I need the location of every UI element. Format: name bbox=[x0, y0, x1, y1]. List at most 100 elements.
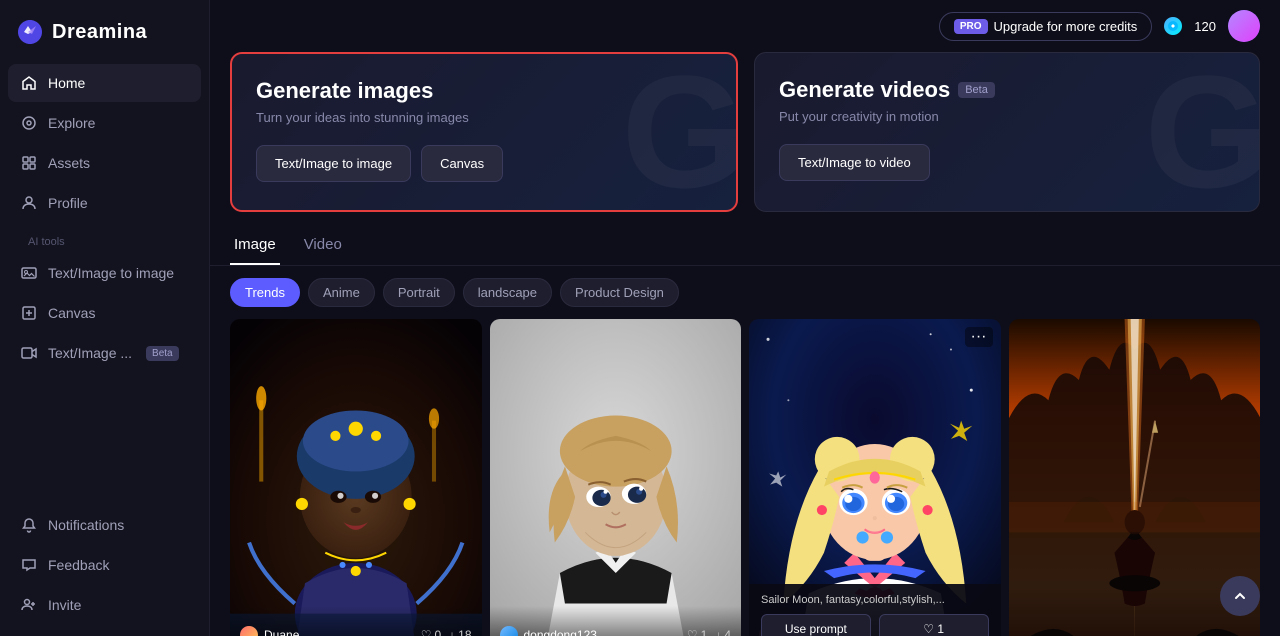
text-video-hero-button[interactable]: Text/Image to video bbox=[779, 144, 930, 181]
downloads-count-1: 18 bbox=[458, 628, 471, 636]
credits-icon bbox=[1164, 17, 1182, 35]
chevron-up-icon bbox=[1232, 588, 1248, 604]
chip-product-design[interactable]: Product Design bbox=[560, 278, 679, 307]
avatar-image bbox=[1228, 10, 1260, 42]
chip-portrait[interactable]: Portrait bbox=[383, 278, 455, 307]
pro-badge: PRO bbox=[954, 19, 988, 34]
chip-landscape[interactable]: landscape bbox=[463, 278, 552, 307]
likes-count-2: 1 bbox=[701, 628, 708, 636]
images-hero-buttons: Text/Image to image Canvas bbox=[256, 145, 712, 182]
text-image-hero-button[interactable]: Text/Image to image bbox=[256, 145, 411, 182]
sidebar-item-canvas[interactable]: Canvas bbox=[8, 294, 201, 332]
sidebar-item-assets-label: Assets bbox=[48, 155, 90, 171]
chip-trends[interactable]: Trends bbox=[230, 278, 300, 307]
sidebar-item-home-label: Home bbox=[48, 75, 85, 91]
upgrade-label: Upgrade for more credits bbox=[994, 19, 1138, 34]
tab-video[interactable]: Video bbox=[300, 228, 346, 265]
card-username-2: dongdong123 bbox=[524, 628, 597, 636]
downloads-2: ↓ 4 bbox=[715, 628, 731, 636]
main-nav: Home Explore Assets bbox=[0, 64, 209, 506]
sidebar-item-profile-label: Profile bbox=[48, 195, 88, 211]
logo[interactable]: Dreamina bbox=[0, 0, 209, 64]
sidebar-item-text-image[interactable]: Text/Image to image bbox=[8, 254, 201, 292]
more-options-3[interactable]: ··· bbox=[965, 327, 993, 347]
like-button-3[interactable]: ♡ 1 bbox=[879, 614, 989, 636]
explore-icon bbox=[20, 114, 38, 132]
home-icon bbox=[20, 74, 38, 92]
downloads-1: ↓ 18 bbox=[449, 628, 471, 636]
sidebar-item-text-video[interactable]: Text/Image ... Beta bbox=[8, 334, 201, 372]
card-username-1: Duane bbox=[264, 628, 299, 636]
bg-letter-g: G bbox=[622, 52, 738, 212]
videos-beta-tag: Beta bbox=[958, 82, 995, 98]
dreamina-logo-icon bbox=[16, 18, 44, 46]
sidebar-item-invite-label: Invite bbox=[48, 597, 81, 613]
chip-anime[interactable]: Anime bbox=[308, 278, 375, 307]
gallery-item-3[interactable]: ··· Duane Sailor Moon, fantasy,colorful,… bbox=[749, 319, 1001, 636]
app-name: Dreamina bbox=[52, 21, 147, 44]
gallery-image-2 bbox=[490, 319, 742, 636]
user-avatar[interactable] bbox=[1228, 10, 1260, 42]
sidebar-item-notifications[interactable]: Notifications bbox=[8, 506, 201, 544]
credits-count: 120 bbox=[1194, 19, 1216, 34]
use-prompt-button[interactable]: Use prompt bbox=[761, 614, 871, 636]
card-popup-3: Sailor Moon, fantasy,colorful,stylish,..… bbox=[749, 584, 1001, 636]
sidebar-item-home[interactable]: Home bbox=[8, 64, 201, 102]
image-grid: Duane ♡ 0 ↓ 18 bbox=[210, 319, 1280, 636]
invite-icon bbox=[20, 596, 38, 614]
popup-buttons-3: Use prompt ♡ 1 bbox=[761, 614, 989, 636]
generate-videos-card: G Generate videos Beta Put your creativi… bbox=[754, 52, 1260, 212]
card-user-2: dongdong123 bbox=[500, 626, 597, 636]
canvas-hero-button[interactable]: Canvas bbox=[421, 145, 503, 182]
gallery-item-1[interactable]: Duane ♡ 0 ↓ 18 bbox=[230, 319, 482, 636]
hero-section: G Generate images Turn your ideas into s… bbox=[210, 52, 1280, 228]
sidebar-item-invite[interactable]: Invite bbox=[8, 586, 201, 624]
heart-icon-1: ♡ bbox=[421, 628, 432, 636]
sidebar-item-feedback-label: Feedback bbox=[48, 557, 109, 573]
card-overlay-1: Duane ♡ 0 ↓ 18 bbox=[230, 606, 482, 636]
downloads-count-2: 4 bbox=[724, 628, 731, 636]
sidebar-item-text-video-label: Text/Image ... bbox=[48, 345, 132, 361]
sidebar-item-canvas-label: Canvas bbox=[48, 305, 95, 321]
gallery-image-1 bbox=[230, 319, 482, 636]
images-card-subtitle: Turn your ideas into stunning images bbox=[256, 110, 712, 125]
sidebar-item-assets[interactable]: Assets bbox=[8, 144, 201, 182]
likes-1: ♡ 0 bbox=[421, 628, 441, 636]
heart-icon-2: ♡ bbox=[687, 628, 698, 636]
sidebar: Dreamina Home Explore bbox=[0, 0, 210, 636]
top-header: PRO Upgrade for more credits 120 bbox=[210, 0, 1280, 52]
feedback-icon bbox=[20, 556, 38, 574]
bg-letter-g2: G bbox=[1145, 52, 1260, 212]
filter-chips: Trends Anime Portrait landscape Product … bbox=[210, 278, 1280, 319]
sidebar-item-text-image-label: Text/Image to image bbox=[48, 265, 174, 281]
sidebar-item-notifications-label: Notifications bbox=[48, 517, 124, 533]
download-icon-2: ↓ bbox=[715, 628, 721, 636]
sidebar-item-explore[interactable]: Explore bbox=[8, 104, 201, 142]
video-tool-icon bbox=[20, 344, 38, 362]
user-avatar-1 bbox=[240, 626, 258, 636]
videos-hero-buttons: Text/Image to video bbox=[779, 144, 1235, 181]
canvas-icon bbox=[20, 304, 38, 322]
card-overlay-2: dongdong123 ♡ 1 ↓ 4 bbox=[490, 606, 742, 636]
download-icon-1: ↓ bbox=[449, 628, 455, 636]
card-stats-2: ♡ 1 ↓ 4 bbox=[687, 628, 731, 636]
sidebar-bottom: Notifications Feedback Invite bbox=[0, 506, 209, 636]
card-user-1: Duane bbox=[240, 626, 299, 636]
gallery-item-2[interactable]: dongdong123 ♡ 1 ↓ 4 bbox=[490, 319, 742, 636]
videos-card-title: Generate videos Beta bbox=[779, 77, 1235, 103]
bell-icon bbox=[20, 516, 38, 534]
tab-image[interactable]: Image bbox=[230, 228, 280, 265]
images-card-title: Generate images bbox=[256, 78, 712, 104]
sidebar-item-feedback[interactable]: Feedback bbox=[8, 546, 201, 584]
assets-icon bbox=[20, 154, 38, 172]
likes-count-1: 0 bbox=[434, 628, 441, 636]
generate-images-card: G Generate images Turn your ideas into s… bbox=[230, 52, 738, 212]
upgrade-button[interactable]: PRO Upgrade for more credits bbox=[939, 12, 1152, 41]
scroll-to-top-button[interactable] bbox=[1220, 576, 1260, 616]
sidebar-item-profile[interactable]: Profile bbox=[8, 184, 201, 222]
user-avatar-2 bbox=[500, 626, 518, 636]
beta-badge: Beta bbox=[146, 346, 179, 361]
profile-icon bbox=[20, 194, 38, 212]
main-content: PRO Upgrade for more credits 120 G Gener… bbox=[210, 0, 1280, 636]
content-tabs: Image Video bbox=[210, 228, 1280, 266]
